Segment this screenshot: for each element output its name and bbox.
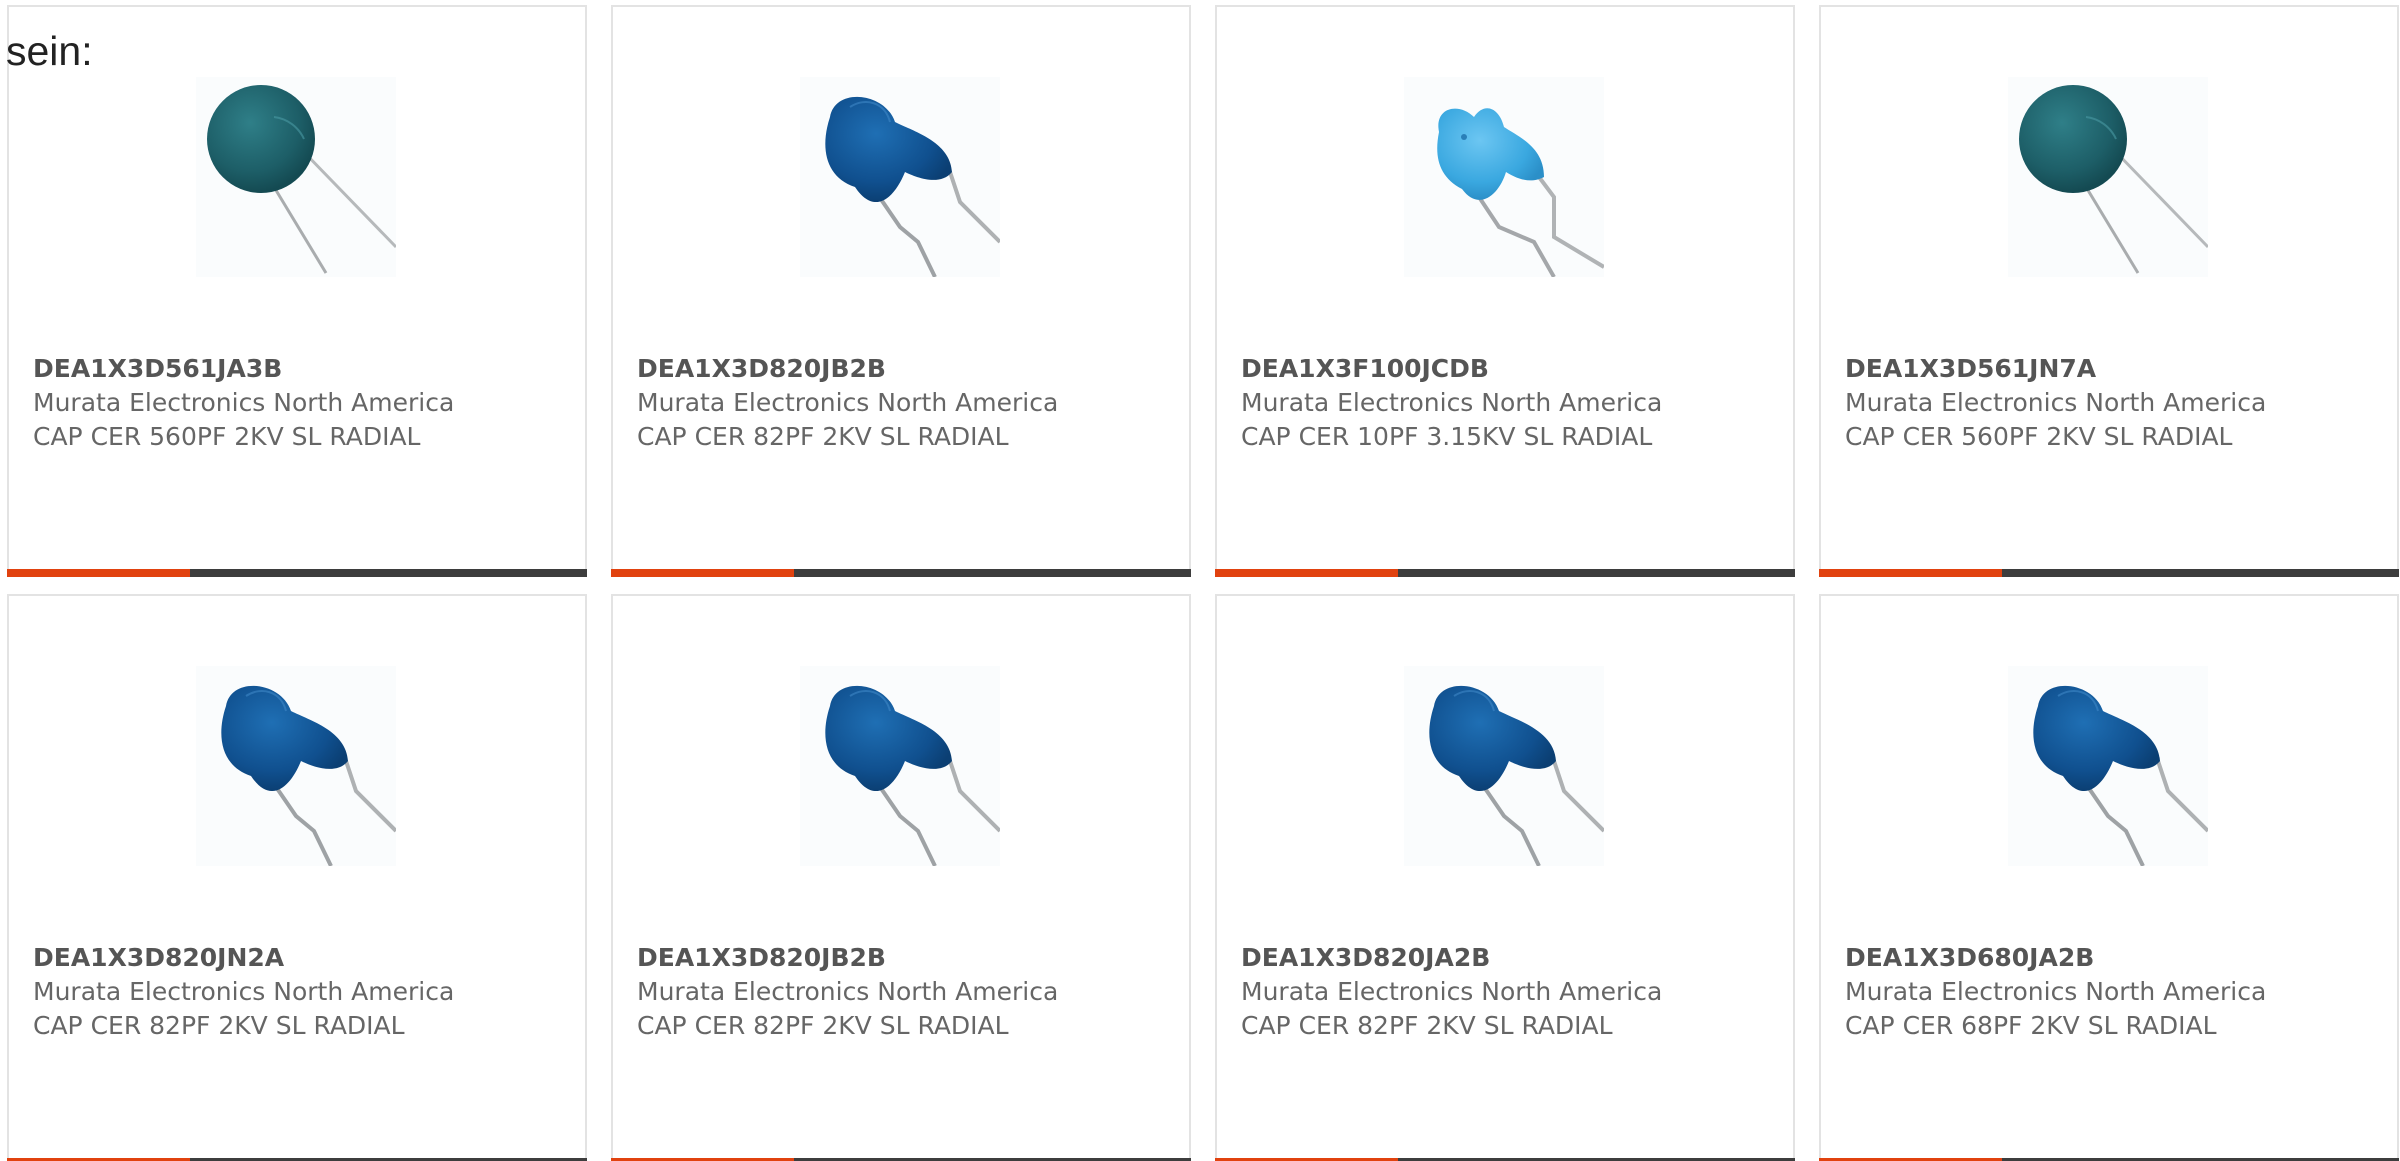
card-footer-bar (1819, 569, 2399, 577)
part-number[interactable]: DEA1X3F100JCDB (1241, 352, 1781, 386)
manufacturer: Murata Electronics North America (1241, 977, 1663, 1006)
part-number[interactable]: DEA1X3D561JA3B (33, 352, 573, 386)
product-results-page: sein: DEA1X3D561JA3B Murata Electronics … (0, 0, 2400, 1161)
description: CAP CER 10PF 3.15KV SL RADIAL (1241, 422, 1653, 451)
product-image[interactable] (2008, 77, 2208, 277)
product-card[interactable]: DEA1X3D820JA2B Murata Electronics North … (1215, 594, 1795, 1161)
product-card[interactable]: DEA1X3D561JA3B Murata Electronics North … (7, 5, 587, 577)
manufacturer: Murata Electronics North America (33, 388, 455, 417)
card-footer-accent (7, 569, 190, 577)
product-info: DEA1X3D820JA2B Murata Electronics North … (1241, 941, 1781, 1043)
product-card[interactable]: DEA1X3D820JB2B Murata Electronics North … (611, 5, 1191, 577)
manufacturer: Murata Electronics North America (1845, 977, 2267, 1006)
product-image[interactable] (2008, 666, 2208, 866)
product-card[interactable]: DEA1X3D561JN7A Murata Electronics North … (1819, 5, 2399, 577)
product-info: DEA1X3F100JCDB Murata Electronics North … (1241, 352, 1781, 454)
product-image[interactable] (1404, 77, 1604, 277)
manufacturer: Murata Electronics North America (637, 388, 1059, 417)
disc-capacitor-blue-icon (221, 685, 396, 866)
part-number[interactable]: DEA1X3D820JA2B (1241, 941, 1781, 975)
disc-capacitor-teal-icon (207, 85, 396, 274)
disc-capacitor-lightblue-icon (1437, 108, 1604, 277)
card-footer-accent (1215, 569, 1398, 577)
product-info: DEA1X3D820JN2A Murata Electronics North … (33, 941, 573, 1043)
part-number[interactable]: DEA1X3D820JB2B (637, 352, 1177, 386)
description: CAP CER 82PF 2KV SL RADIAL (1241, 1011, 1613, 1040)
product-info: DEA1X3D820JB2B Murata Electronics North … (637, 352, 1177, 454)
product-image[interactable] (196, 77, 396, 277)
card-footer-bar (7, 569, 587, 577)
part-number[interactable]: DEA1X3D820JB2B (637, 941, 1177, 975)
part-number[interactable]: DEA1X3D680JA2B (1845, 941, 2385, 975)
disc-capacitor-blue-icon (825, 96, 1000, 277)
product-info: DEA1X3D561JN7A Murata Electronics North … (1845, 352, 2385, 454)
description: CAP CER 82PF 2KV SL RADIAL (637, 422, 1009, 451)
product-grid: DEA1X3D561JA3B Murata Electronics North … (7, 5, 2399, 1161)
product-card[interactable]: DEA1X3D680JA2B Murata Electronics North … (1819, 594, 2399, 1161)
disc-capacitor-blue-icon (2033, 685, 2208, 866)
product-image[interactable] (1404, 666, 1604, 866)
lead-text: sein: (6, 28, 93, 74)
product-info: DEA1X3D820JB2B Murata Electronics North … (637, 941, 1177, 1043)
part-number[interactable]: DEA1X3D820JN2A (33, 941, 573, 975)
product-image[interactable] (800, 77, 1000, 277)
product-info: DEA1X3D680JA2B Murata Electronics North … (1845, 941, 2385, 1043)
card-footer-accent (1819, 569, 2002, 577)
product-image[interactable] (800, 666, 1000, 866)
product-image[interactable] (196, 666, 396, 866)
part-number[interactable]: DEA1X3D561JN7A (1845, 352, 2385, 386)
disc-capacitor-teal-icon (2019, 85, 2208, 274)
description: CAP CER 560PF 2KV SL RADIAL (1845, 422, 2233, 451)
manufacturer: Murata Electronics North America (1845, 388, 2267, 417)
description: CAP CER 68PF 2KV SL RADIAL (1845, 1011, 2217, 1040)
product-card[interactable]: DEA1X3D820JN2A Murata Electronics North … (7, 594, 587, 1161)
description: CAP CER 82PF 2KV SL RADIAL (33, 1011, 405, 1040)
product-card[interactable]: DEA1X3D820JB2B Murata Electronics North … (611, 594, 1191, 1161)
card-footer-accent (611, 569, 794, 577)
manufacturer: Murata Electronics North America (1241, 388, 1663, 417)
disc-capacitor-blue-icon (1429, 685, 1604, 866)
manufacturer: Murata Electronics North America (33, 977, 455, 1006)
product-card[interactable]: DEA1X3F100JCDB Murata Electronics North … (1215, 5, 1795, 577)
description: CAP CER 82PF 2KV SL RADIAL (637, 1011, 1009, 1040)
product-info: DEA1X3D561JA3B Murata Electronics North … (33, 352, 573, 454)
manufacturer: Murata Electronics North America (637, 977, 1059, 1006)
description: CAP CER 560PF 2KV SL RADIAL (33, 422, 421, 451)
disc-capacitor-blue-icon (825, 685, 1000, 866)
card-footer-bar (1215, 569, 1795, 577)
card-footer-bar (611, 569, 1191, 577)
